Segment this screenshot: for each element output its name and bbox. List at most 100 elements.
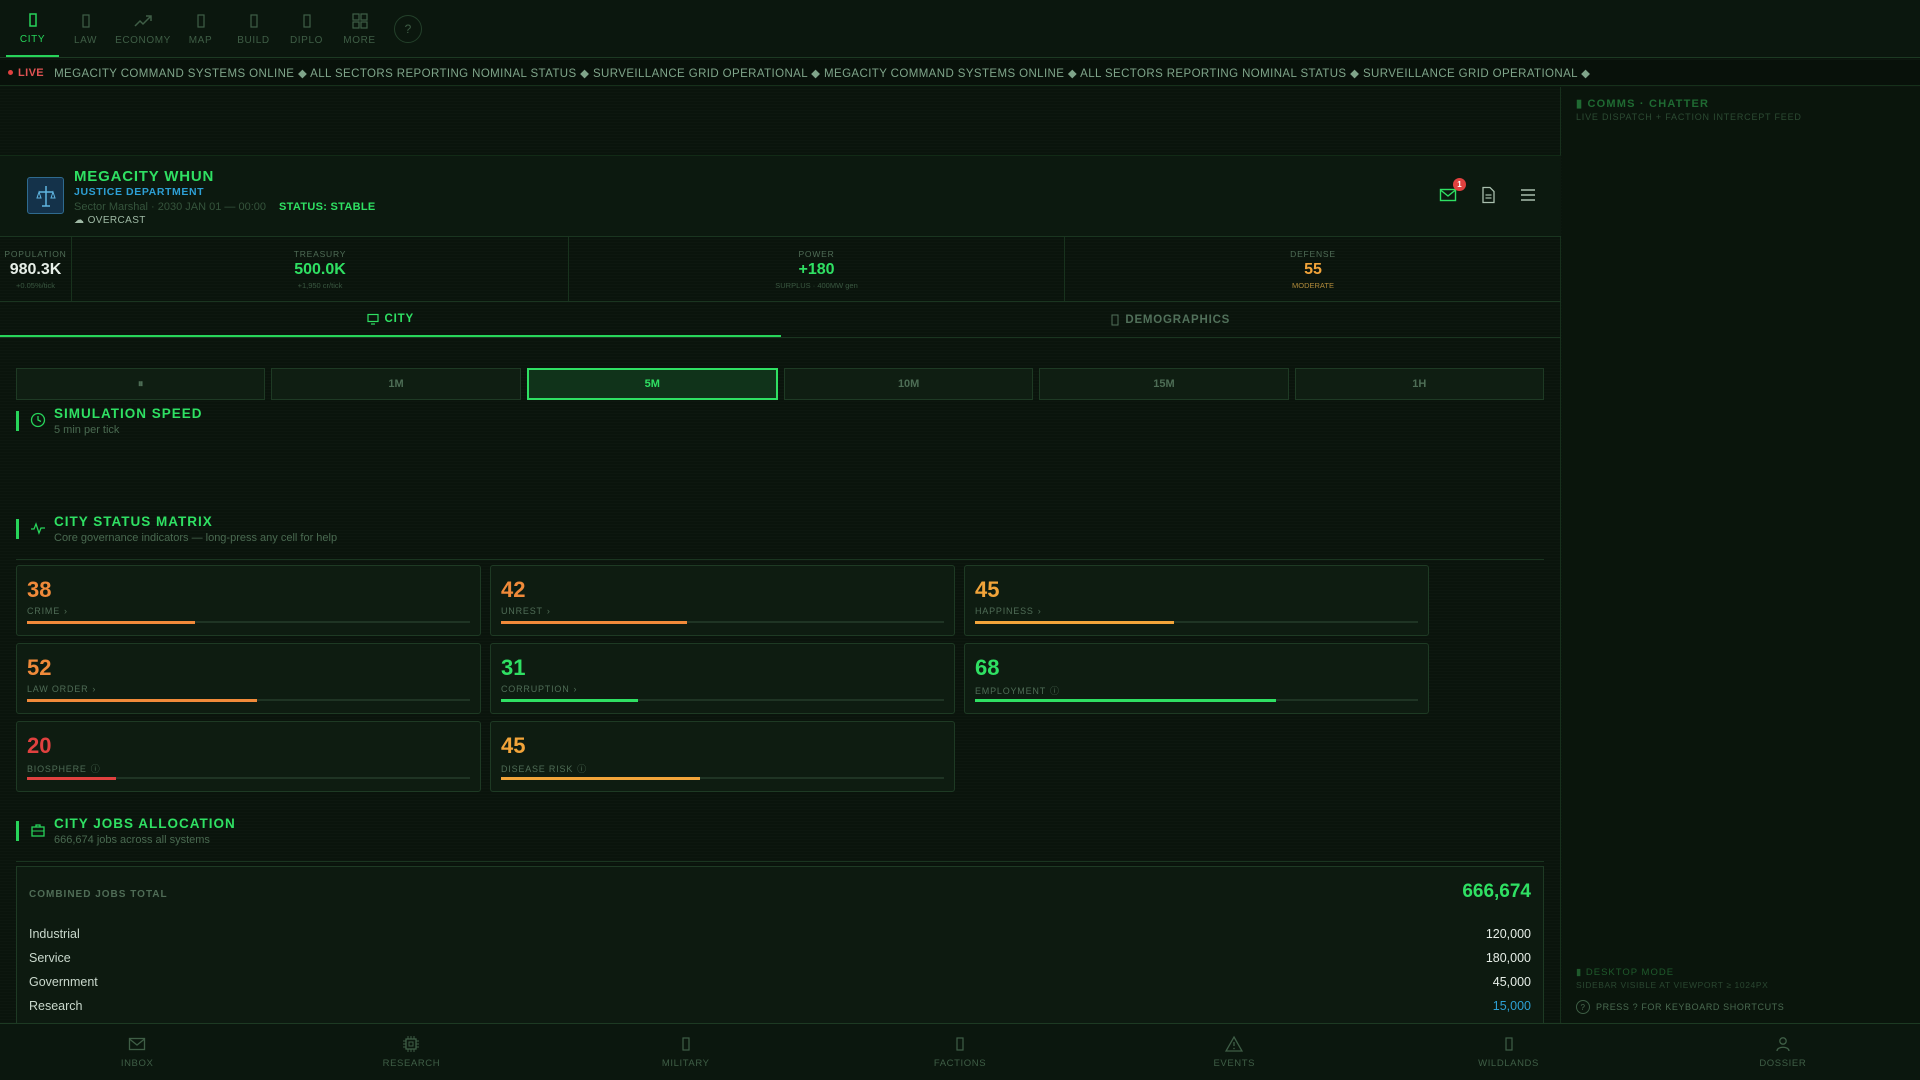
department-name: JUSTICE DEPARTMENT — [74, 186, 205, 198]
status-cell-corruption[interactable]: 31 CORRUPTION › — [490, 643, 955, 714]
tab-demographics[interactable]: DEMOGRAPHICS — [781, 302, 1562, 337]
status-cell-employment[interactable]: 68 EMPLOYMENT ⓘ — [964, 643, 1429, 714]
divider — [16, 559, 1544, 560]
status-label-text: UNREST — [501, 606, 543, 616]
status-value: 20 — [27, 733, 52, 758]
status-value: 42 — [501, 577, 526, 602]
document-button[interactable] — [1479, 186, 1497, 204]
notification-count: 1 — [1453, 178, 1466, 191]
chevron-right-icon: › — [64, 606, 68, 616]
info-icon: ⓘ — [577, 764, 587, 774]
nav-more[interactable]: MORE — [333, 1, 386, 57]
speed-5m-button[interactable]: 5M — [526, 368, 778, 400]
bottom-nav-label: FACTIONS — [933, 1058, 987, 1069]
status-badge: STATUS: STABLE — [279, 201, 376, 213]
status-bar-track — [27, 776, 470, 780]
job-row: Research 15,000 — [29, 999, 1531, 1015]
job-name: Government — [29, 975, 98, 989]
mail-button[interactable]: 1 — [1439, 178, 1466, 204]
stat-defense: DEFENSE 55 MODERATE — [1065, 237, 1561, 301]
live-indicator: LIVE — [0, 67, 44, 79]
stat-value: +180 — [798, 260, 835, 278]
nav-economy[interactable]: ECONOMY — [112, 1, 174, 57]
status-value: 31 — [501, 655, 526, 680]
speed-10m-button[interactable]: 10M — [783, 368, 1034, 400]
status-label: UNREST › — [501, 606, 551, 616]
keyboard-hint[interactable]: ? PRESS ? FOR KEYBOARD SHORTCUTS — [1576, 1000, 1784, 1014]
speed-pause-button[interactable]: ⏸ — [16, 368, 266, 400]
stat-sub: SURPLUS · 400MW gen — [775, 280, 858, 290]
stat-treasury: TREASURY 500.0K +1,950 cr/tick — [72, 237, 569, 301]
status-label-text: DISEASE RISK — [501, 764, 574, 774]
speed-subtitle: 5 min per tick — [54, 424, 120, 436]
comms-subtitle: LIVE DISPATCH + FACTION INTERCEPT FEED — [1576, 112, 1802, 122]
hamburger-icon — [1521, 189, 1535, 201]
jobs-title: CITY JOBS ALLOCATION — [54, 816, 236, 831]
bottom-nav-military[interactable]: MILITARY — [549, 1024, 823, 1080]
speed-title: SIMULATION SPEED — [54, 406, 203, 421]
bottom-nav: INBOX RESEARCH MILITARY FACTIONS EVENTS … — [0, 1023, 1920, 1080]
stat-sub: MODERATE — [1292, 280, 1334, 290]
pulse-icon — [31, 522, 45, 535]
status-cell-happiness[interactable]: 45 HAPPINESS › — [964, 565, 1429, 636]
status-value: 52 — [27, 655, 52, 680]
top-nav: CITY LAW ECONOMY MAP BUILD DIPLO MORE ? — [0, 0, 1920, 58]
news-ticker: LIVE MEGACITY COMMAND SYSTEMS ONLINE ◆ A… — [0, 60, 1920, 86]
job-value: 15,000 — [1492, 999, 1531, 1013]
nav-map[interactable]: MAP — [174, 1, 227, 57]
status-bar-track — [501, 620, 944, 624]
job-row: Industrial 120,000 — [29, 927, 1531, 943]
menu-button[interactable] — [1519, 186, 1537, 204]
job-name: Research — [29, 999, 83, 1013]
nav-build[interactable]: BUILD — [227, 1, 280, 57]
stat-power: POWER +180 SURPLUS · 400MW gen — [569, 237, 1065, 301]
help-button[interactable]: ? — [394, 15, 422, 43]
live-dot-icon — [8, 70, 13, 75]
divider — [16, 861, 1544, 862]
stat-label: POWER — [798, 248, 835, 259]
bottom-nav-label: WILDLANDS — [1478, 1058, 1539, 1069]
status-cell-unrest[interactable]: 42 UNREST › — [490, 565, 955, 636]
status-cell-biosphere[interactable]: 20 BIOSPHERE ⓘ — [16, 721, 481, 792]
status-cell-law-order[interactable]: 52 LAW ORDER › — [16, 643, 481, 714]
briefcase-icon — [31, 824, 45, 837]
nav-law[interactable]: LAW — [59, 1, 112, 57]
tab-city[interactable]: CITY — [0, 302, 781, 337]
section-accent — [16, 821, 19, 841]
bottom-nav-wildlands[interactable]: WILDLANDS — [1371, 1024, 1645, 1080]
section-accent — [16, 411, 19, 431]
job-value: 120,000 — [1485, 927, 1531, 941]
speed-1h-button[interactable]: 1H — [1294, 368, 1544, 400]
bottom-nav-label: RESEARCH — [382, 1058, 441, 1069]
status-cell-crime[interactable]: 38 CRIME › — [16, 565, 481, 636]
trend-icon — [134, 15, 152, 27]
jobs-total-value: 666,674 — [1462, 881, 1531, 902]
info-icon: ⓘ — [90, 764, 101, 774]
bottom-nav-inbox[interactable]: INBOX — [0, 1024, 274, 1080]
nav-label: MORE — [343, 35, 376, 46]
speed-15m-button[interactable]: 15M — [1039, 368, 1289, 400]
speed-1m-button[interactable]: 1M — [271, 368, 521, 400]
bottom-nav-label: DOSSIER — [1759, 1058, 1807, 1069]
nav-diplo[interactable]: DIPLO — [280, 1, 333, 57]
status-bar-track — [975, 698, 1418, 702]
bottom-nav-events[interactable]: EVENTS — [1097, 1024, 1371, 1080]
bottom-nav-label: EVENTS — [1213, 1058, 1256, 1069]
status-cell-disease-risk[interactable]: 45 DISEASE RISK ⓘ — [490, 721, 955, 792]
bottom-nav-research[interactable]: RESEARCH — [274, 1024, 548, 1080]
grid-icon — [351, 13, 368, 29]
keyboard-hint-text: PRESS ? FOR KEYBOARD SHORTCUTS — [1596, 1002, 1785, 1012]
chevron-right-icon: › — [573, 684, 578, 694]
stat-value: 500.0K — [294, 260, 346, 278]
status-label: LAW ORDER › — [27, 684, 96, 694]
comms-sidebar: ▮ COMMS · CHATTER LIVE DISPATCH + FACTIO… — [1562, 87, 1920, 1023]
speed-selector: ⏸ 1M 5M 10M 15M 1H — [16, 368, 1544, 400]
nav-city[interactable]: CITY — [6, 1, 59, 57]
jobs-section-header: CITY JOBS ALLOCATION 666,674 jobs across… — [16, 816, 236, 846]
matrix-section-header: CITY STATUS MATRIX Core governance indic… — [16, 514, 337, 544]
bottom-nav-factions[interactable]: FACTIONS — [823, 1024, 1097, 1080]
bottom-nav-dossier[interactable]: DOSSIER — [1646, 1024, 1920, 1080]
status-bar-track — [27, 620, 470, 624]
stat-value: 55 — [1304, 260, 1322, 278]
status-label: EMPLOYMENT ⓘ — [975, 684, 1060, 697]
